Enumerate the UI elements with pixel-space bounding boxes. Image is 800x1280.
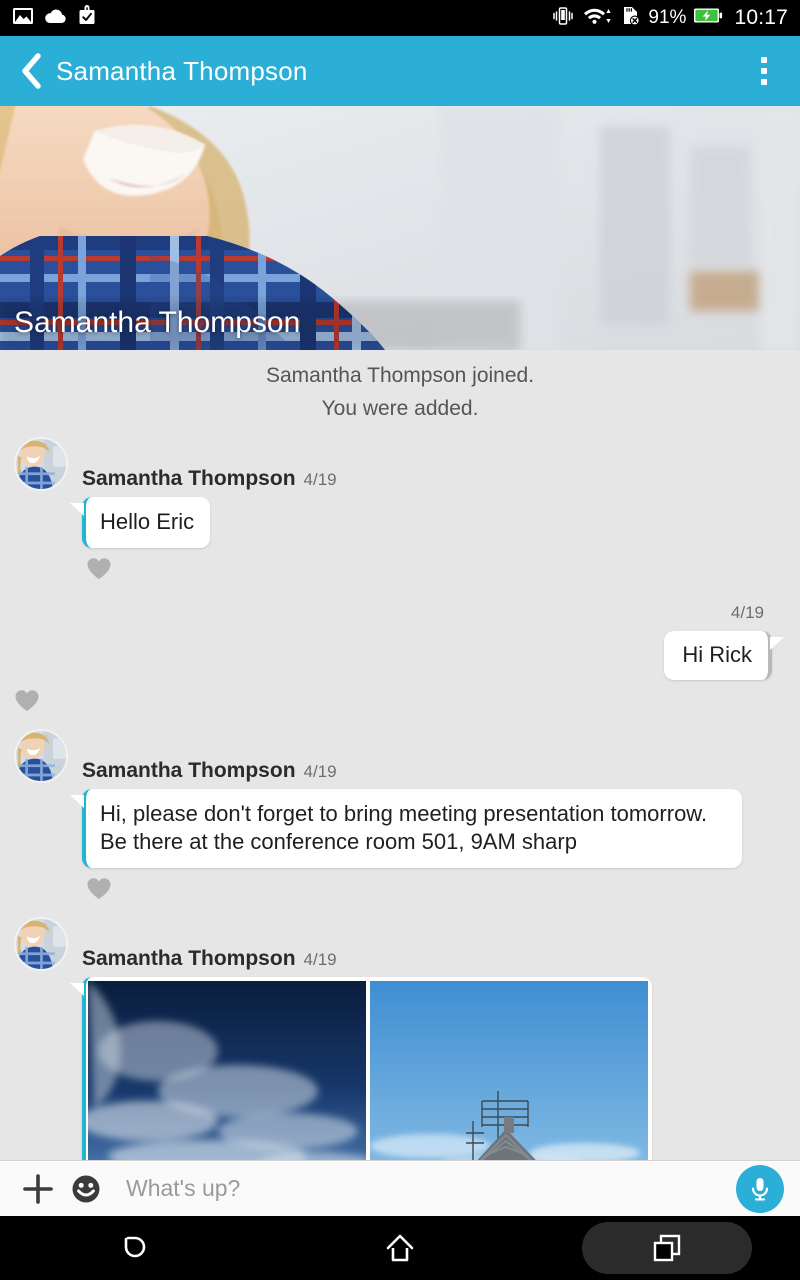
sender-line: Samantha Thompson 4/19	[82, 947, 337, 971]
message-timestamp: 4/19	[303, 950, 337, 970]
message-row: AIR	[14, 977, 786, 1160]
microphone-button[interactable]	[736, 1164, 784, 1213]
avatar[interactable]	[14, 437, 68, 491]
photo-thumbnail-lake[interactable]	[88, 981, 366, 1160]
phone-screen: 91% 10:17 Samantha Thompson Samantha Tho…	[0, 0, 800, 1280]
message-bubble[interactable]: Hi, please don't forget to bring meeting…	[70, 789, 742, 869]
system-navigation-bar	[0, 1216, 800, 1280]
battery-charging-icon	[693, 6, 723, 30]
overflow-menu-icon[interactable]	[744, 49, 784, 93]
bubble-wrapper: Hi, please don't forget to bring meeting…	[70, 789, 742, 869]
like-heart-icon[interactable]	[86, 557, 786, 581]
message-timestamp: 4/19	[303, 470, 337, 489]
sender-name: Samantha Thompson	[82, 947, 296, 971]
message-bubble[interactable]: Hello Eric	[69, 497, 211, 549]
avatar-image	[16, 919, 66, 970]
sender-line: Samantha Thompson 4/19	[82, 759, 337, 783]
message-row: Hi, please don't forget to bring meeting…	[14, 789, 786, 869]
app-bar: Samantha Thompson	[0, 36, 800, 106]
message-header: Samantha Thompson 4/19	[14, 917, 786, 972]
message-input-bar	[0, 1160, 800, 1216]
lake-mountains-clouds-photo	[88, 981, 366, 1160]
like-heart-icon[interactable]	[86, 877, 786, 901]
smiley-icon[interactable]	[64, 1167, 108, 1211]
message-incoming-photos[interactable]: Samantha Thompson 4/19	[0, 917, 800, 1160]
sender-name: Samantha Thompson	[82, 759, 296, 783]
avatar[interactable]	[14, 729, 68, 784]
nav-home-icon	[386, 1234, 414, 1262]
gallery-icon	[12, 6, 34, 31]
photo-attachment-bubble[interactable]: AIR	[70, 977, 652, 1160]
nav-recents-icon	[653, 1234, 680, 1262]
cloud-upload-icon	[44, 6, 67, 31]
system-message: You were added.	[321, 397, 479, 420]
microphone-icon	[751, 1177, 769, 1200]
message-row: Hello Eric	[14, 497, 786, 549]
sender-name: Samantha Thompson	[82, 467, 296, 490]
message-outgoing[interactable]: 4/19 Hi Rick	[0, 603, 800, 713]
nav-back-button[interactable]	[0, 1216, 267, 1280]
message-timestamp: 4/19	[730, 603, 764, 623]
avatar[interactable]	[14, 917, 68, 972]
back-chevron-icon[interactable]	[16, 51, 46, 91]
message-input[interactable]	[108, 1175, 736, 1202]
boathouse-dock-seaplane-photo: AIR	[370, 981, 648, 1160]
message-header: Samantha Thompson 4/19	[14, 729, 786, 784]
vibrate-icon	[551, 6, 575, 31]
page-title: Samantha Thompson	[56, 55, 308, 86]
message-timestamp: 4/19	[303, 762, 337, 782]
message-header: Samantha Thompson 4/19	[14, 437, 786, 491]
nav-back-icon	[125, 1236, 146, 1258]
cover-name-label: Samantha Thompson	[14, 306, 301, 339]
message-bubble[interactable]: Hi Rick	[664, 631, 784, 681]
briefcase-check-icon	[77, 5, 97, 31]
cover-photo[interactable]: Samantha Thompson	[0, 106, 800, 350]
sdcard-removed-icon	[619, 5, 641, 31]
status-bar-left-icons	[12, 5, 97, 31]
status-bar: 91% 10:17	[0, 0, 800, 36]
like-heart-icon[interactable]	[14, 689, 764, 713]
battery-percent-label: 91%	[648, 7, 687, 28]
message-incoming[interactable]: Samantha Thompson 4/19 Hi, please don't …	[0, 729, 800, 901]
message-incoming[interactable]: Samantha Thompson 4/19 Hello Eric	[0, 437, 800, 581]
sender-line: Samantha Thompson 4/19	[82, 467, 337, 491]
wifi-icon	[582, 6, 612, 31]
plus-icon[interactable]	[16, 1167, 60, 1211]
system-message: Samantha Thompson joined.	[265, 364, 535, 387]
bubble-wrapper: Hello Eric	[69, 497, 211, 549]
nav-recents-button[interactable]	[533, 1216, 800, 1280]
clock-label: 10:17	[734, 6, 788, 29]
photo-thumbnail-boathouse[interactable]: AIR	[370, 981, 648, 1160]
chat-thread[interactable]: Samantha Thompson joined. You were added…	[0, 350, 800, 1160]
nav-home-button[interactable]	[267, 1216, 534, 1280]
status-bar-right-icons: 91% 10:17	[551, 5, 788, 31]
avatar-image	[16, 439, 66, 489]
avatar-image	[16, 731, 66, 782]
